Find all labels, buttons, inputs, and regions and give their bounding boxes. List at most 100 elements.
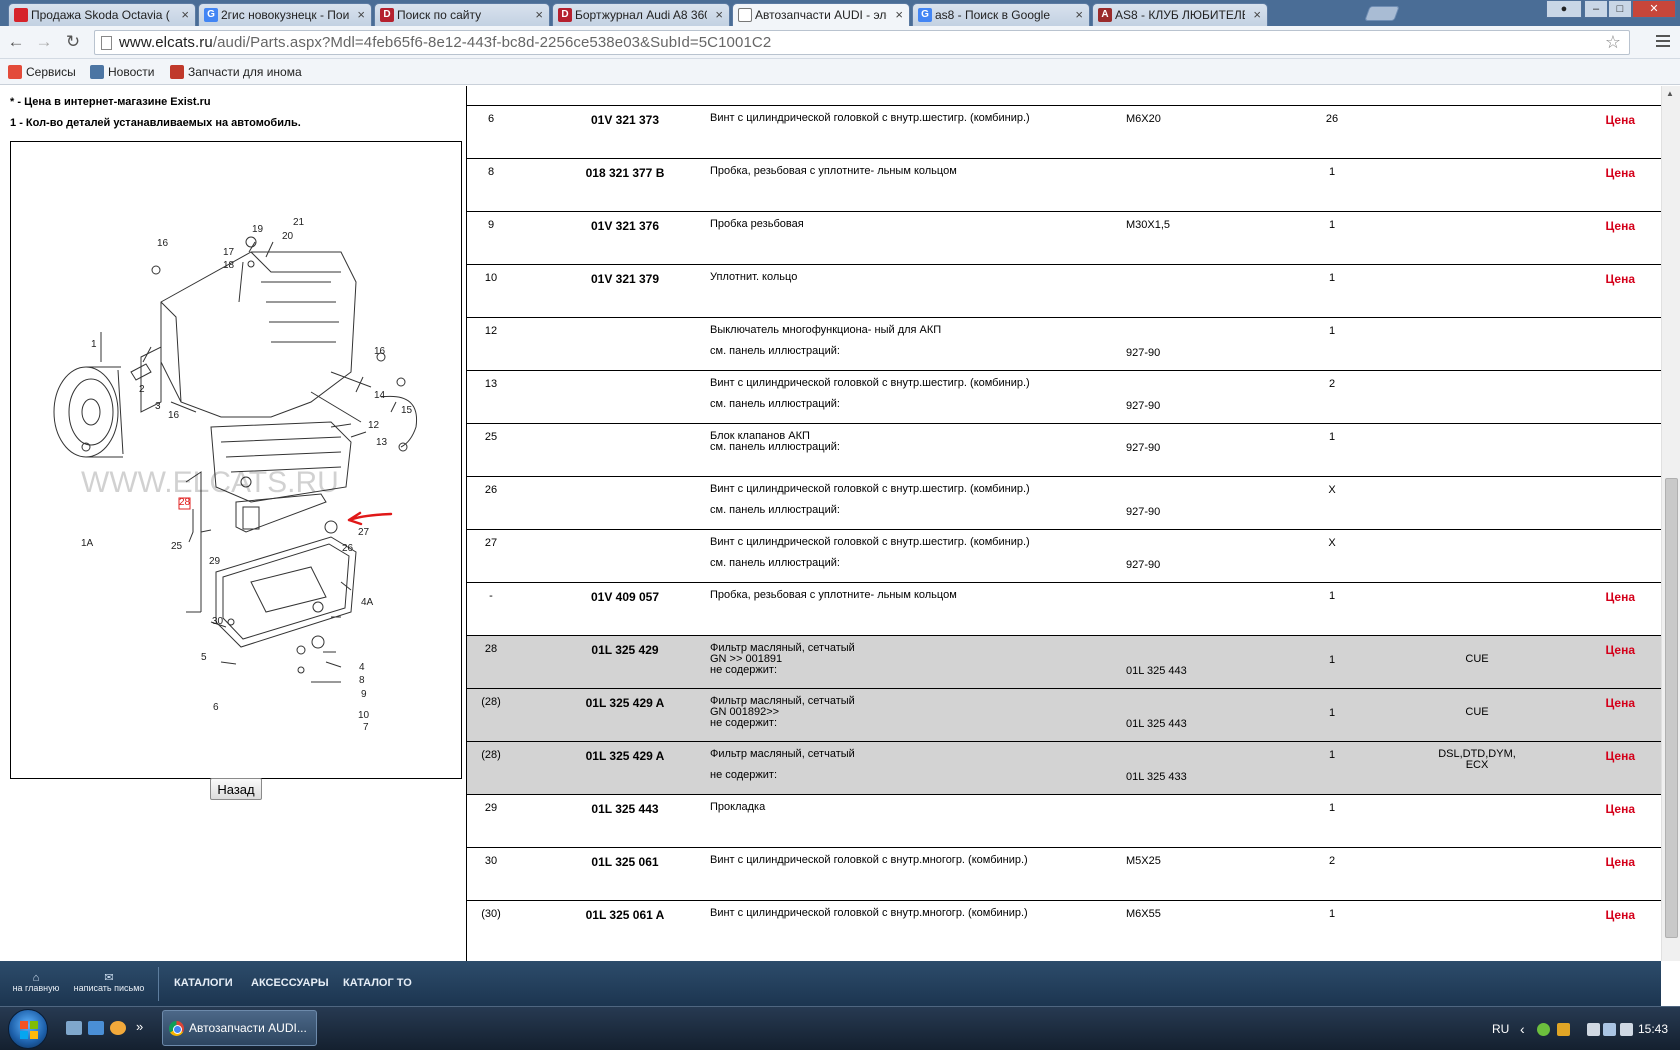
scroll-up-arrow-icon[interactable]: ▲	[1666, 89, 1674, 98]
volume-icon[interactable]	[1620, 1023, 1633, 1036]
footer-link-accessories[interactable]: АКСЕССУАРЫ	[251, 977, 329, 989]
tab-close-icon[interactable]: ×	[895, 4, 903, 26]
display-icon[interactable]	[1603, 1023, 1616, 1036]
table-row[interactable]: (28) 01L 325 429 A Фильтр масляный, сетчат…	[467, 688, 1661, 741]
price-link[interactable]: Цена	[1567, 855, 1635, 869]
back-arrow-icon[interactable]: ←	[6, 32, 26, 52]
footer-link-catalogs[interactable]: КАТАЛОГИ	[174, 977, 233, 989]
table-row[interactable]: 13 Винт с цилиндрической головкой с внутр…	[467, 370, 1661, 423]
table-row[interactable]: (30) 01L 325 061 A Винт с цилиндрической г…	[467, 900, 1661, 953]
table-row[interactable]: (28) 01L 325 429 A Фильтр масляный, сетчат…	[467, 741, 1661, 794]
tab-label: AS8 - КЛУБ ЛЮБИТЕЛЕЙ	[1115, 8, 1245, 22]
explorer-icon[interactable]	[88, 1021, 104, 1035]
tab-close-icon[interactable]: ×	[1253, 4, 1261, 26]
user-icon[interactable]: ●	[1546, 0, 1582, 18]
tray-expand-icon[interactable]: ‹	[1520, 1007, 1525, 1050]
bookmark-item[interactable]: Сервисы	[6, 62, 76, 82]
table-row[interactable]: 28 01L 325 429 Фильтр масляный, сетчатый GN…	[467, 635, 1661, 688]
table-row[interactable]: 26 Винт с цилиндрической головкой с внутр…	[467, 476, 1661, 529]
part-number-cell[interactable]: 018 321 377 B	[565, 166, 685, 180]
part-number-cell[interactable]: 01L 325 061	[565, 855, 685, 869]
bookmark-star-icon[interactable]: ☆	[1605, 32, 1621, 53]
footer-divider	[158, 967, 159, 1001]
price-link[interactable]: Цена	[1567, 113, 1635, 127]
url-text[interactable]: www.elcats.ru/audi/Parts.aspx?Mdl=4feb65…	[119, 34, 771, 51]
table-row[interactable]: 30 01L 325 061 Винт с цилиндрической голов…	[467, 847, 1661, 900]
network-status-icon[interactable]	[1537, 1023, 1550, 1036]
part-number-cell[interactable]: 01L 325 429 A	[565, 696, 685, 710]
table-row[interactable]: 12 Выключатель многофункциона- ный для АК…	[467, 317, 1661, 370]
table-row[interactable]: 29 01L 325 443 Прокладка 1 Цена	[467, 794, 1661, 847]
browser-tab[interactable]: A AS8 - КЛУБ ЛЮБИТЕЛЕЙ ×	[1092, 3, 1268, 26]
bookmark-item[interactable]: Новости	[88, 62, 154, 82]
diagram-callout-label: 26	[342, 543, 354, 554]
price-link[interactable]: Цена	[1567, 696, 1635, 710]
price-link[interactable]: Цена	[1567, 272, 1635, 286]
table-row[interactable]: 9 01V 321 376 Пробка резьбовая M30X1,5 1 Цена	[467, 211, 1661, 264]
diagram-callout-label: 15	[401, 405, 413, 416]
part-number-cell[interactable]: 01L 325 443	[565, 802, 685, 816]
scroll-thumb[interactable]	[1665, 478, 1678, 938]
price-link[interactable]: Цена	[1567, 166, 1635, 180]
home-link[interactable]: ⌂ на главную	[10, 973, 62, 994]
price-link[interactable]: Цена	[1567, 908, 1635, 922]
page-scrollbar[interactable]: ▲	[1661, 86, 1680, 961]
quicklaunch-more-icon[interactable]: »	[136, 1019, 143, 1034]
new-tab-button[interactable]	[1364, 6, 1400, 21]
parts-illustration[interactable]: 1 1A 2 3 4 4A 5 6 7 8 9 10 12 13 14 15 16 16 16 17 18 19 20 21 2…	[10, 141, 462, 779]
write-letter-link[interactable]: ✉ написать письмо	[70, 973, 148, 994]
browser-tab[interactable]: D Поиск по сайту ×	[374, 3, 550, 26]
price-link[interactable]: Цена	[1567, 749, 1635, 763]
address-bar[interactable]: www.elcats.ru/audi/Parts.aspx?Mdl=4feb65…	[94, 30, 1630, 55]
tab-close-icon[interactable]: ×	[357, 4, 365, 26]
part-number-cell[interactable]: 01V 321 373	[565, 113, 685, 127]
part-name: Винт с цилиндрической головкой с внутр.ш…	[710, 483, 1030, 495]
show-desktop-icon[interactable]	[66, 1021, 82, 1035]
browser-tab[interactable]: Продажа Skoda Octavia (×	[8, 3, 196, 26]
forward-arrow-icon[interactable]: →	[34, 32, 54, 52]
security-icon[interactable]	[1557, 1023, 1570, 1036]
start-button[interactable]	[8, 1009, 48, 1049]
back-button[interactable]: Назад	[210, 778, 262, 800]
language-indicator[interactable]: RU	[1492, 1007, 1509, 1050]
diagram-callout-label: 7	[363, 722, 369, 733]
part-number-cell[interactable]: 01V 321 376	[565, 219, 685, 233]
battery-icon[interactable]	[1587, 1023, 1600, 1036]
browser-tab[interactable]: Gas8 - Поиск в Google ×	[912, 3, 1090, 26]
part-number-cell[interactable]: 01V 321 379	[565, 272, 685, 286]
tab-close-icon[interactable]: ×	[535, 4, 543, 26]
price-link[interactable]: Цена	[1567, 219, 1635, 233]
note-reference: 01L 325 433	[1126, 771, 1187, 783]
table-row[interactable]: 25 Блок клапанов АКП см. панель иллюстраци…	[467, 423, 1661, 476]
part-number-cell[interactable]: 01L 325 429 A	[565, 749, 685, 763]
browser-tab[interactable]: G 2гис новокузнецк - Поис ×	[198, 3, 372, 26]
part-number-cell[interactable]: 01L 325 429	[565, 643, 685, 657]
table-row[interactable]: - 01V 409 057 Пробка, резьбовая с уплотнит…	[467, 582, 1661, 635]
tab-label: Бортжурнал Audi A8 360	[575, 8, 707, 22]
chrome-menu-icon[interactable]	[1654, 32, 1672, 52]
footer-link-service-catalog[interactable]: КАТАЛОГ ТО	[343, 977, 412, 989]
reload-icon[interactable]: ↻	[63, 32, 83, 52]
ie-icon[interactable]	[110, 1021, 126, 1035]
part-number-cell[interactable]: 01V 409 057	[565, 590, 685, 604]
close-window-button[interactable]: ✕	[1632, 0, 1676, 18]
price-link[interactable]: Цена	[1567, 590, 1635, 604]
tab-close-icon[interactable]: ×	[715, 4, 723, 26]
bookmark-item[interactable]: Запчасти для инома	[168, 62, 302, 82]
part-number-cell[interactable]: 01L 325 061 A	[565, 908, 685, 922]
taskbar-chrome-window[interactable]: Автозапчасти AUDI...	[162, 1010, 317, 1046]
browser-tab[interactable]: D Бортжурнал Audi A8 360 ×	[552, 3, 730, 26]
tab-close-icon[interactable]: ×	[1075, 4, 1083, 26]
clock[interactable]: 15:43	[1638, 1007, 1668, 1050]
price-link[interactable]: Цена	[1567, 643, 1635, 657]
table-row[interactable]: 8 018 321 377 B Пробка, резьбовая с уплотн…	[467, 158, 1661, 211]
tab-close-icon[interactable]: ×	[181, 4, 189, 26]
table-row[interactable]: 6 01V 321 373 Винт с цилиндрической головк…	[467, 105, 1661, 158]
table-row[interactable]: 10 01V 321 379 Уплотнит. кольцо 1 Цена	[467, 264, 1661, 317]
minimize-button[interactable]: –	[1584, 0, 1608, 18]
price-link[interactable]: Цена	[1567, 802, 1635, 816]
site-footer: ⌂ на главную ✉ написать письмо КАТАЛОГИ …	[0, 961, 1661, 1006]
browser-tab[interactable]: Автозапчасти AUDI - эле ×	[732, 3, 910, 27]
table-row[interactable]: 27 Винт с цилиндрической головкой с внутр…	[467, 529, 1661, 582]
maximize-button[interactable]: □	[1608, 0, 1632, 18]
